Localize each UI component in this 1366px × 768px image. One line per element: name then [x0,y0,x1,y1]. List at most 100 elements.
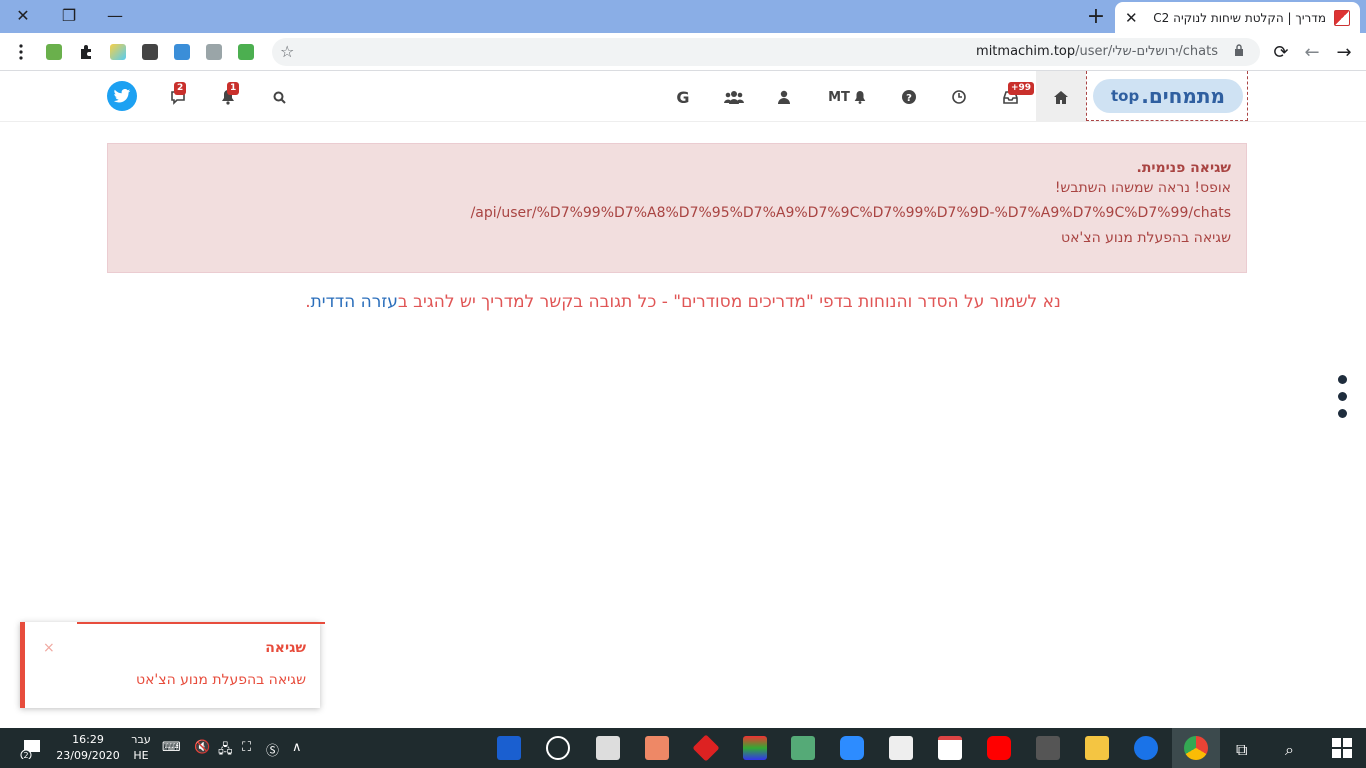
alert-message: אופס! נראה שמשהו השתבש! [1054,180,1231,196]
browser-tab[interactable]: מדריך | הקלטת שיחות לנוקיה C2 ✕ [1115,2,1360,33]
internal-error-alert: שגיאה פנימית. אופס! נראה שמשהו השתבש! /a… [107,143,1247,273]
extension-1-icon[interactable] [46,44,62,60]
minecraft-icon[interactable] [791,736,815,760]
notifications-badge: 1 [227,82,240,95]
microphone-icon[interactable] [596,736,620,760]
extensions-puzzle-icon[interactable] [78,44,94,60]
gmail-icon[interactable] [938,736,962,760]
forward-button[interactable]: ← [1299,39,1325,65]
start-button[interactable] [1332,738,1352,758]
extension-3-icon[interactable] [142,44,158,60]
alert-detail: שגיאה בהפעלת מנוע הצ'אט [1060,230,1231,246]
reload-button[interactable]: ⟳ [1268,39,1294,65]
site-header: 2 1 G MT ? +99 מתמחים. top [0,71,1366,122]
user-icon [778,90,790,104]
arrow-left-icon: ← [1304,41,1320,63]
site-logo[interactable]: מתמחים. top [1086,71,1248,121]
new-tab-button[interactable]: + [1084,4,1108,29]
action-center-button[interactable]: 2 [20,737,44,761]
dot-icon [1338,409,1347,418]
search-button[interactable] [267,85,291,109]
notif-count: 2 [23,751,28,759]
calculator-icon[interactable] [1036,736,1060,760]
mt-label: MT [828,89,850,105]
toast-message: שגיאה בהפעלת מנוע הצ'אט [135,672,306,688]
bell-icon [854,91,866,104]
extension-4-icon[interactable] [174,44,190,60]
mt-notifications-button[interactable]: MT [822,85,872,109]
skype-icon[interactable]: Ⓢ [266,740,279,759]
back-button[interactable]: → [1331,39,1357,65]
users-button[interactable] [772,85,796,109]
zoom-icon[interactable] [840,736,864,760]
search-icon[interactable]: ⌕ [1285,740,1294,760]
restore-icon: ❐ [61,5,77,25]
lang-native: עבר [131,733,151,746]
side-menu-dots-button[interactable] [1338,375,1348,426]
youtube-icon[interactable] [987,736,1011,760]
extension-5-icon[interactable] [206,44,222,60]
tab-close-button[interactable]: ✕ [1125,9,1138,27]
url-text: mitmachim.top/user/ירושלים-שלי/chats [976,44,1218,59]
chrome-taskbar-active[interactable] [1172,728,1220,768]
twitter-link[interactable] [107,81,137,111]
window-minimize-button[interactable]: — [92,0,138,30]
bluestacks-icon[interactable] [743,736,767,760]
forum-notice: נא לשמור על הסדר והנוחות בדפי "מדריכים מ… [0,292,1366,312]
clock-date: 23/09/2020 [56,749,120,762]
paint-icon[interactable] [645,736,669,760]
windows-taskbar: 2 16:29 23/09/2020 עבר HE ⌨ 🔇 🖧 ⛶ Ⓢ ∧ ⧉ … [0,728,1366,768]
network-icon[interactable]: 🖧 [218,740,233,762]
search-icon [273,91,286,104]
close-icon: ✕ [16,5,30,25]
camera-icon[interactable] [889,736,913,760]
chevron-up-icon[interactable]: ∧ [292,740,302,755]
taskbar-app-red-icon[interactable] [692,734,720,762]
file-explorer-icon[interactable] [1085,736,1109,760]
windows-logo-icon [1332,738,1352,758]
users-group-icon [724,91,744,104]
kebab-menu-icon [19,44,23,60]
toast-close-button[interactable]: × [43,640,55,656]
mutual-help-link[interactable]: עזרה הדדית [311,292,398,312]
home-icon [1054,90,1068,104]
language-indicator[interactable]: עבר HE [128,732,154,764]
recent-button[interactable] [947,85,971,109]
help-button[interactable]: ? [897,85,921,109]
browser-tab-strip: ✕ ❐ — + מדריך | הקלטת שיחות לנוקיה C2 ✕ [0,0,1366,33]
toast-title: שגיאה [265,640,306,656]
tab-title: מדריך | הקלטת שיחות לנוקיה C2 [1153,10,1326,25]
bookmark-star-icon[interactable]: ☆ [280,42,294,61]
alarm-clock-icon[interactable] [546,736,570,760]
ime-icon[interactable]: ⛶ [242,740,251,755]
taskbar-app-1-icon[interactable] [497,736,521,760]
twitter-bird-icon [113,88,131,103]
chrome-menu-button[interactable] [8,39,34,65]
speaker-muted-icon[interactable]: 🔇 [194,740,210,755]
groups-button[interactable] [722,85,746,109]
window-close-button[interactable]: ✕ [0,0,46,30]
notice-text: נא לשמור על הסדר והנוחות בדפי "מדריכים מ… [397,292,1061,312]
arrow-right-icon: → [1336,41,1352,63]
home-button[interactable] [1036,71,1086,122]
taskbar-clock[interactable]: 16:29 23/09/2020 [54,732,122,764]
url-path: /user/ירושלים-שלי/chats [1075,44,1218,59]
extension-6-icon[interactable] [238,44,254,60]
dot-icon [1338,375,1347,384]
dot-icon [1338,392,1347,401]
keyboard-icon[interactable]: ⌨ [162,740,181,755]
lock-icon[interactable] [1234,44,1244,59]
clock-time: 16:29 [72,733,104,746]
reload-icon: ⟳ [1273,41,1289,63]
task-view-icon[interactable]: ⧉ [1236,740,1247,760]
site-favicon-icon [1334,9,1350,26]
google-login-button[interactable]: G [671,85,695,109]
address-bar[interactable]: ☆ mitmachim.top/user/ירושלים-שלי/chats [272,38,1260,66]
window-restore-button[interactable]: ❐ [46,0,92,30]
padlock-icon [1235,44,1243,56]
logo-badge: מתמחים. top [1093,79,1243,113]
alert-heading: שגיאה פנימית. [1136,160,1232,176]
chats-badge: 2 [174,82,187,95]
edge-icon[interactable] [1134,736,1158,760]
extension-2-icon[interactable] [110,44,126,60]
